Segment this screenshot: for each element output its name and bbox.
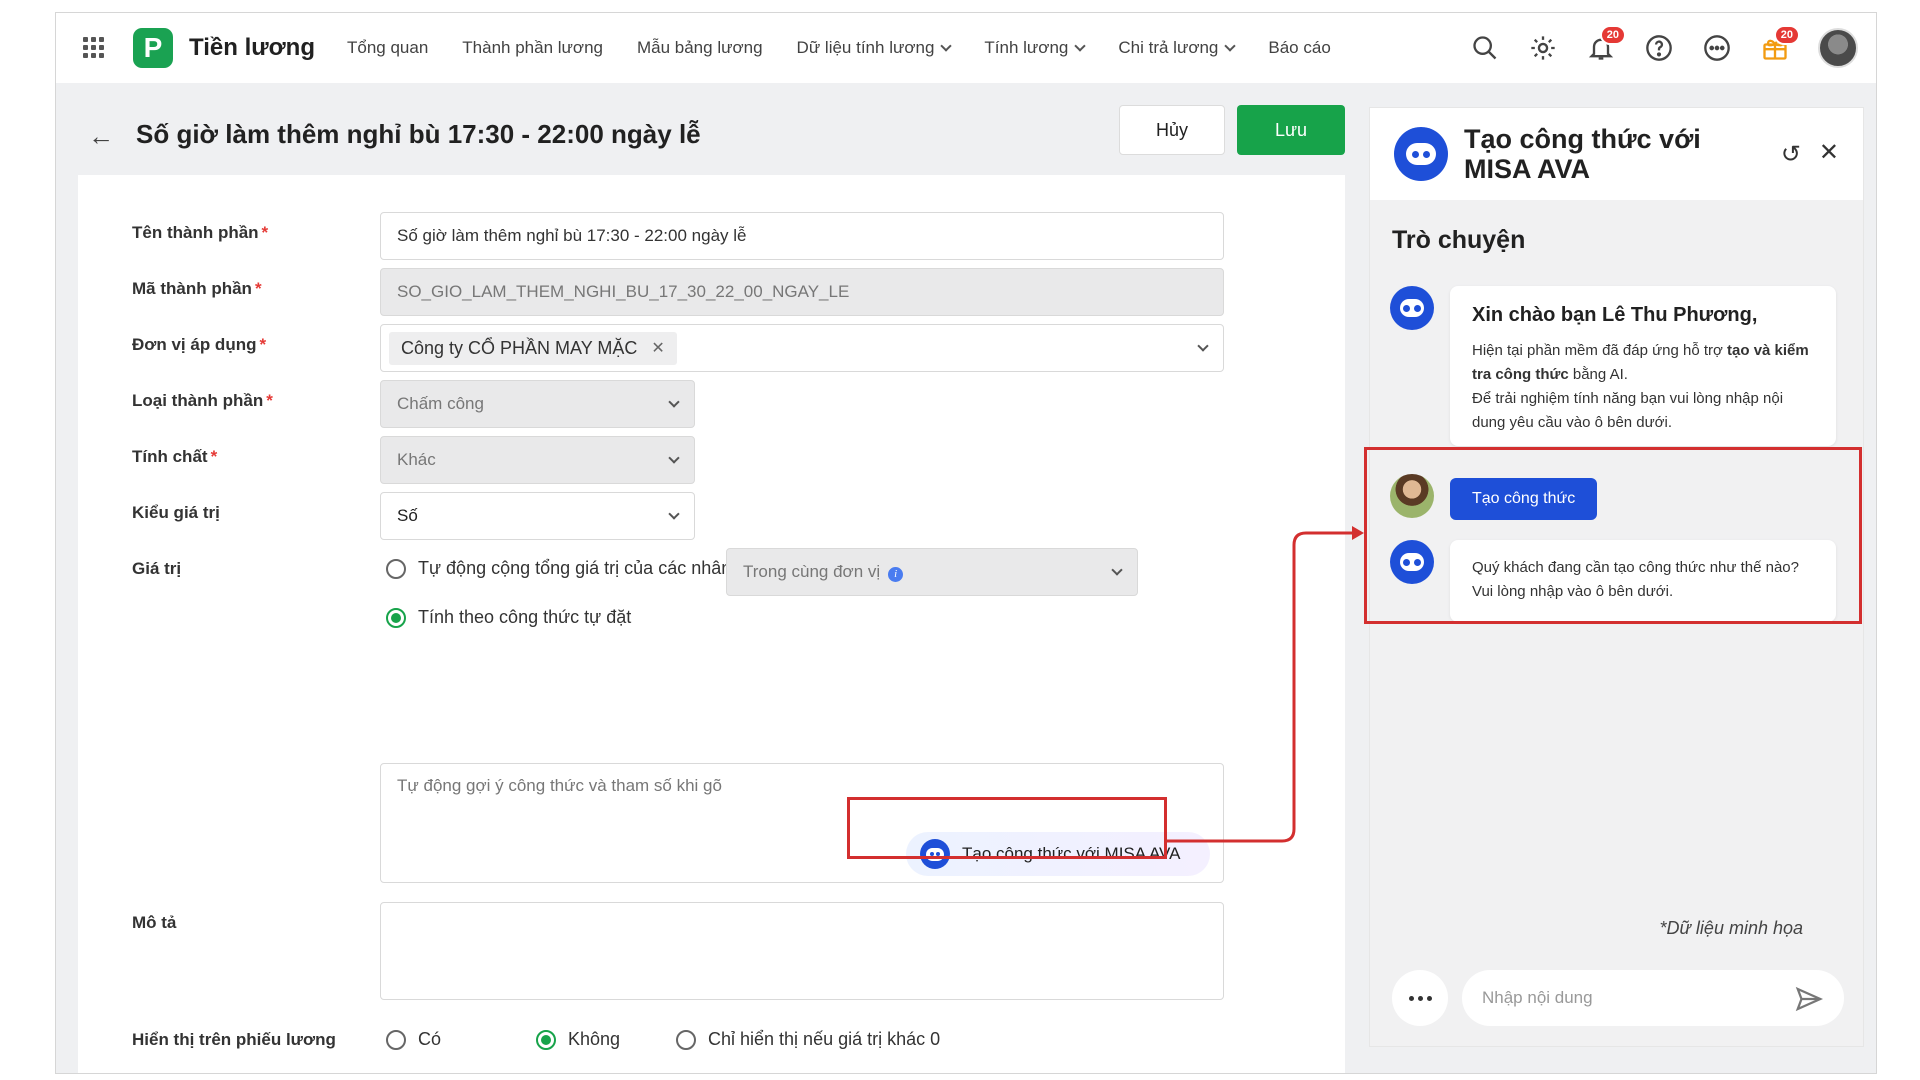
help-icon[interactable] — [1644, 33, 1674, 63]
unit-label: Đơn vị áp dụng * — [132, 335, 267, 354]
valuetype-select[interactable]: Số — [380, 492, 695, 540]
notification-badge: 20 — [1599, 25, 1626, 45]
remove-chip-icon[interactable]: ✕ — [651, 338, 664, 358]
code-label: Mã thành phần * — [132, 279, 262, 298]
annotation-box-ava-button — [847, 797, 1167, 859]
cancel-button[interactable]: Hủy — [1119, 105, 1225, 155]
nature-select: Khác — [380, 436, 695, 484]
nav-item-salary-components[interactable]: Thành phần lương — [462, 38, 603, 58]
chat-more-button[interactable] — [1392, 970, 1448, 1026]
nav-item-payment[interactable]: Chi trả lương — [1118, 38, 1237, 58]
sample-data-note: *Dữ liệu minh họa — [1659, 918, 1803, 938]
radio-button[interactable] — [386, 1029, 406, 1050]
radio-show-yes[interactable]: Có — [386, 1029, 441, 1050]
type-select: Chấm công — [380, 380, 695, 428]
app-logo[interactable]: P — [133, 28, 173, 68]
close-icon[interactable]: ✕ — [1819, 138, 1839, 167]
info-icon: i — [888, 566, 904, 582]
unit-select[interactable]: Công ty CỔ PHẦN MAY MẶC ✕ — [380, 324, 1224, 372]
chat-section-title: Trò chuyện — [1392, 226, 1526, 254]
search-icon[interactable] — [1470, 33, 1500, 63]
gift-badge: 20 — [1773, 25, 1800, 45]
top-navbar: P Tiền lương Tổng quan Thành phần lương … — [56, 13, 1876, 83]
more-icon[interactable] — [1702, 33, 1732, 63]
show-on-payslip-label: Hiển thị trên phiếu lương — [132, 1030, 336, 1049]
chat-header: Tạo công thức với MISA AVA ↺ ✕ — [1370, 108, 1863, 200]
annotation-box-chat — [1364, 447, 1862, 624]
topbar-actions: 20 20 — [1470, 13, 1858, 83]
nav-item-overview[interactable]: Tổng quan — [347, 38, 428, 58]
radio-show-nonzero[interactable]: Chỉ hiển thị nếu giá trị khác 0 — [676, 1029, 940, 1050]
greeting-body: Hiện tại phần mềm đã đáp ứng hỗ trợ tạo … — [1472, 342, 1809, 431]
radio-show-no[interactable]: Không — [536, 1029, 620, 1050]
page-title: Số giờ làm thêm nghỉ bù 17:30 - 22:00 ng… — [136, 119, 701, 149]
gift-icon[interactable]: 20 — [1760, 25, 1800, 63]
send-icon[interactable] — [1794, 984, 1824, 1014]
unit-chip: Công ty CỔ PHẦN MAY MẶC ✕ — [389, 331, 677, 365]
bot-avatar-icon — [1390, 286, 1434, 330]
app-name[interactable]: Tiền lương — [189, 34, 315, 62]
save-button[interactable]: Lưu — [1237, 105, 1345, 155]
chevron-down-icon — [1074, 39, 1087, 52]
bell-icon[interactable]: 20 — [1586, 25, 1626, 63]
radio-button-selected[interactable] — [536, 1029, 556, 1050]
greeting-text: Xin chào bạn Lê Thu Phương, — [1472, 304, 1758, 326]
name-input[interactable]: Số giờ làm thêm nghỉ bù 17:30 - 22:00 ng… — [380, 212, 1224, 260]
user-avatar[interactable] — [1818, 28, 1858, 68]
valuetype-label: Kiểu giá trị — [132, 503, 220, 522]
code-input: SO_GIO_LAM_THEM_NGHI_BU_17_30_22_00_NGAY… — [380, 268, 1224, 316]
type-label: Loại thành phần * — [132, 391, 273, 410]
radio-button[interactable] — [676, 1029, 696, 1050]
chevron-down-icon — [1224, 39, 1237, 52]
nav-item-calculate[interactable]: Tính lương — [984, 38, 1087, 58]
desc-label: Mô tả — [132, 913, 177, 932]
radio-custom-formula[interactable]: Tính theo công thức tự đặt — [386, 607, 631, 628]
refresh-icon[interactable]: ↺ — [1781, 140, 1801, 169]
radio-button-selected[interactable] — [386, 607, 406, 628]
bot-greeting-message: Xin chào bạn Lê Thu Phương, Hiện tại phầ… — [1450, 286, 1836, 446]
nav-item-reports[interactable]: Báo cáo — [1268, 38, 1330, 58]
back-arrow-icon[interactable]: ← — [88, 121, 118, 151]
chevron-down-icon — [1111, 563, 1123, 576]
radio-auto-sum[interactable]: Tự động cộng tổng giá trị của các nhân v… — [386, 558, 769, 579]
scope-select: Trong cùng đơn vị i — [726, 548, 1138, 596]
name-label: Tên thành phần * — [132, 223, 269, 242]
nature-label: Tính chất * — [132, 447, 218, 466]
chevron-down-icon — [668, 451, 680, 464]
chevron-down-icon — [1197, 339, 1209, 352]
chevron-down-icon — [940, 39, 953, 52]
radio-button[interactable] — [386, 558, 406, 579]
value-label: Giá trị — [132, 559, 182, 578]
misa-ava-bot-icon — [1394, 127, 1448, 181]
nav-item-payroll-templates[interactable]: Mẫu bảng lương — [637, 38, 763, 58]
component-form: Tên thành phần * Số giờ làm thêm nghỉ bù … — [78, 175, 1345, 1073]
main-nav: Tổng quan Thành phần lương Mẫu bảng lươn… — [347, 38, 1331, 58]
chevron-down-icon — [668, 507, 680, 520]
nav-item-payroll-data[interactable]: Dữ liệu tính lương — [797, 38, 953, 58]
description-textarea[interactable] — [380, 902, 1224, 1000]
chat-input[interactable] — [1462, 970, 1844, 1026]
gear-icon[interactable] — [1528, 33, 1558, 63]
chevron-down-icon — [668, 395, 680, 408]
chat-title: Tạo công thức với MISA AVA — [1464, 124, 1701, 184]
app-grid-icon[interactable] — [83, 37, 105, 59]
